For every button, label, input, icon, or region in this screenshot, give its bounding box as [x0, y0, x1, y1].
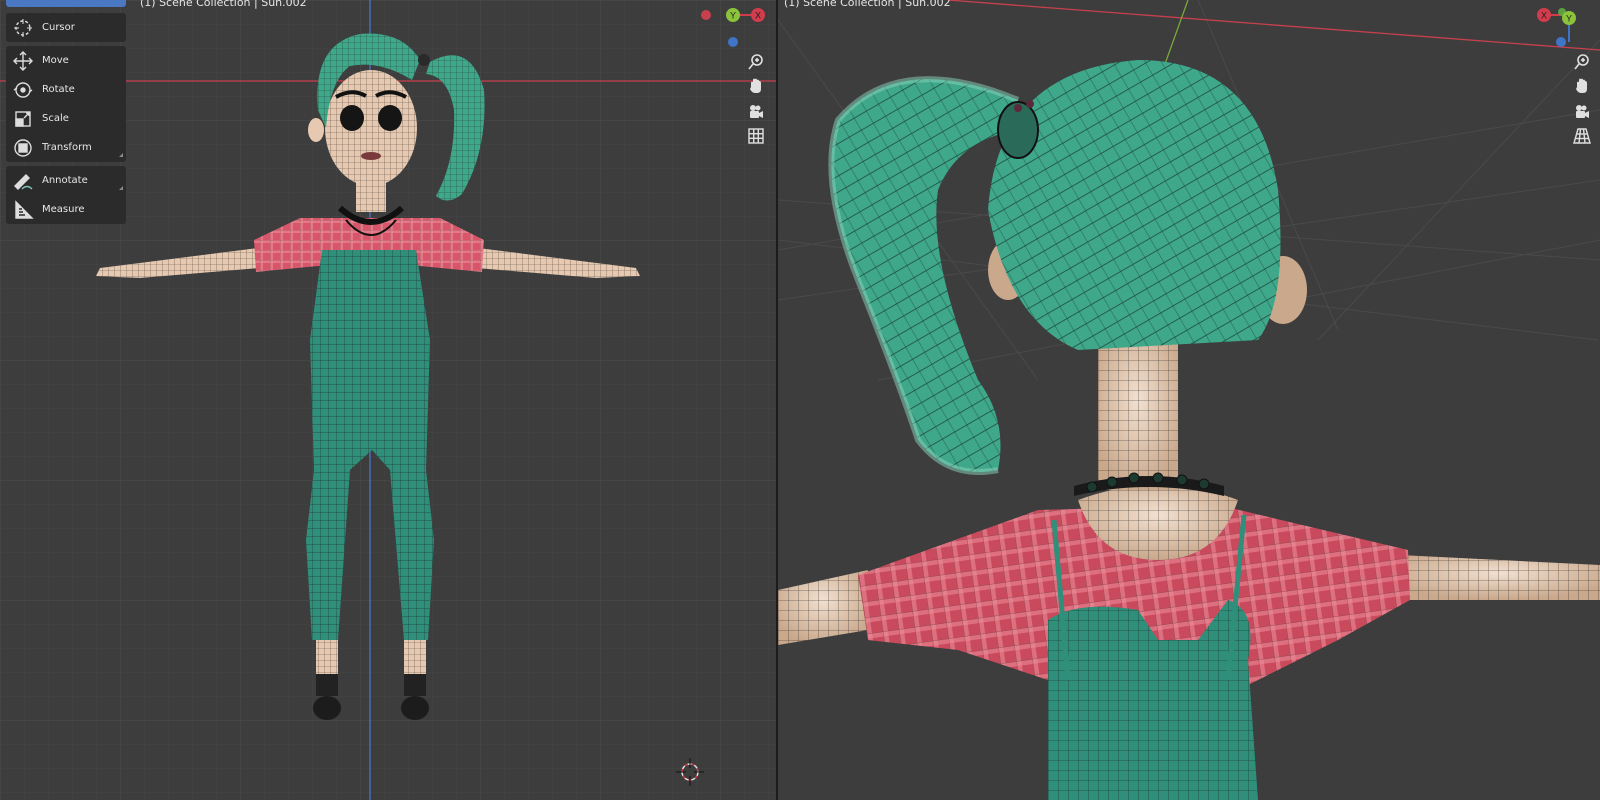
tool-label: Move	[42, 55, 69, 66]
zoom-button[interactable]	[1570, 50, 1594, 74]
z-axis-dot[interactable]	[1556, 37, 1566, 47]
camera-icon	[1576, 105, 1589, 118]
zoom-button[interactable]	[744, 50, 768, 74]
scale-icon	[6, 104, 40, 133]
hand-icon	[1576, 78, 1587, 93]
pan-button[interactable]	[1570, 74, 1594, 98]
navigation-gizmo[interactable]: Y X	[696, 4, 772, 50]
annotate-icon	[6, 166, 40, 195]
z-axis-dot[interactable]	[728, 37, 738, 47]
y-axis-label: Y	[730, 11, 736, 21]
viewport-header: (1) Scene Collection | Sun.002	[140, 0, 307, 9]
perspective-grid-icon	[1573, 128, 1591, 144]
camera-button[interactable]	[1570, 100, 1594, 124]
left-3d-viewport[interactable]: (1) Scene Collection | Sun.002 Cursor Mo…	[0, 0, 776, 800]
tool-move[interactable]: Move	[6, 46, 126, 75]
right-3d-viewport[interactable]: (1) Scene Collection | Sun.002 X Y	[778, 0, 1600, 800]
tool-label: Scale	[42, 113, 69, 124]
tool-more-indicator	[119, 153, 123, 157]
tool-transform[interactable]: Transform	[6, 133, 126, 162]
zoom-icon	[1574, 54, 1589, 70]
x-axis-label: X	[755, 11, 761, 21]
hand-icon	[750, 78, 761, 93]
neg-x-dot[interactable]	[701, 10, 711, 20]
tool-label: Annotate	[42, 175, 88, 186]
tool-cursor[interactable]: Cursor	[6, 13, 126, 42]
tool-label: Rotate	[42, 84, 75, 95]
y-axis-label: Y	[1566, 14, 1572, 24]
measure-icon	[6, 195, 40, 224]
camera-button[interactable]	[744, 100, 768, 124]
move-icon	[6, 46, 40, 75]
transform-icon	[6, 133, 40, 162]
tool-scale[interactable]: Scale	[6, 104, 126, 133]
viewport-header: (1) Scene Collection | Sun.002	[784, 0, 951, 9]
tool-measure[interactable]: Measure	[6, 195, 126, 224]
ortho-toggle-button[interactable]	[744, 124, 768, 148]
navigation-gizmo[interactable]: X Y	[1534, 4, 1594, 50]
select-box-tool[interactable]	[6, 0, 126, 7]
right-viewport-scene	[778, 0, 1600, 800]
tool-shelf: Cursor Move Rotate Scale Transform Annot…	[6, 0, 126, 228]
tool-label: Transform	[42, 142, 92, 153]
tool-label: Cursor	[42, 22, 75, 33]
x-axis-label: X	[1541, 11, 1547, 21]
perspective-toggle-button[interactable]	[1570, 124, 1594, 148]
tool-label: Measure	[42, 204, 85, 215]
grid-icon	[748, 128, 764, 144]
tool-rotate[interactable]: Rotate	[6, 75, 126, 104]
cursor-icon	[6, 13, 40, 42]
tool-annotate[interactable]: Annotate	[6, 166, 126, 195]
tool-group-cursor: Cursor	[6, 13, 126, 42]
camera-icon	[750, 105, 763, 118]
zoom-icon	[748, 54, 763, 70]
tool-more-indicator	[119, 186, 123, 190]
rotate-icon	[6, 75, 40, 104]
tool-group-annotate: Annotate Measure	[6, 166, 126, 224]
tool-group-transform: Move Rotate Scale Transform	[6, 46, 126, 162]
pan-button[interactable]	[744, 74, 768, 98]
